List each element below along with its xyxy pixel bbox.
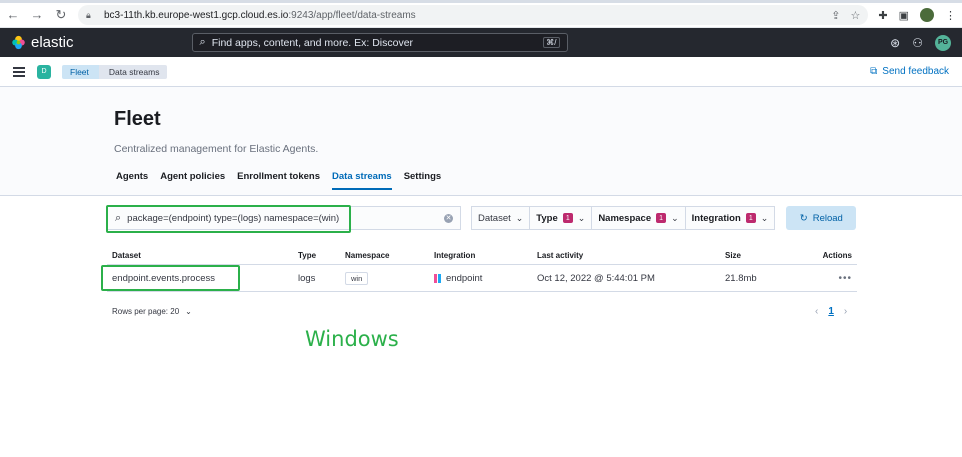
chevron-down-icon: ⌄ <box>671 212 679 223</box>
namespace-badge: win <box>345 271 369 285</box>
rows-per-page-control[interactable]: Rows per page: 20 ⌄ <box>112 307 192 316</box>
reload-label: Reload <box>812 212 843 224</box>
filter-namespace-label: Namespace <box>598 212 652 224</box>
cell-size: 21.8mb <box>725 272 757 284</box>
breadcrumb-data-streams: Data streams <box>98 64 168 79</box>
lock-icon: 🔒︎ <box>86 9 91 20</box>
chevron-down-icon: ⌄ <box>515 212 524 223</box>
url-path: :9243/app/fleet/data-streams <box>288 9 416 21</box>
filter-type-count: 1 <box>562 213 573 223</box>
search-shortcut: ⌘/ <box>543 37 560 48</box>
send-feedback-link[interactable]: ⧉ Send feedback <box>870 66 949 77</box>
cell-integration: endpoint <box>434 273 537 284</box>
filter-namespace[interactable]: Namespace 1 ⌄ <box>592 207 686 229</box>
browser-menu-icon[interactable]: ⋮ <box>945 9 956 22</box>
endpoint-integration-icon <box>434 273 441 283</box>
filter-namespace-count: 1 <box>656 213 667 223</box>
filter-type-label: Type <box>536 212 558 224</box>
search-icon: ⌕ <box>199 36 206 48</box>
col-integration[interactable]: Integration <box>434 251 537 260</box>
refresh-icon: ↻ <box>799 212 808 224</box>
page-number[interactable]: 1 <box>828 306 834 317</box>
cell-type: logs <box>298 272 316 284</box>
windows-annotation: Windows <box>305 327 399 351</box>
cell-actions: ••• <box>805 273 857 284</box>
page-title: Fleet <box>114 108 161 130</box>
refresh-icon[interactable]: ↻ <box>54 8 68 22</box>
col-actions: Actions <box>822 251 852 260</box>
prev-page-icon[interactable]: ‹ <box>815 306 818 317</box>
url-host: bc3-11th.kb.europe-west1.gcp.cloud.es.io <box>104 9 289 21</box>
extensions-icon[interactable]: ✚ <box>878 9 887 22</box>
cell-namespace: win <box>345 271 434 285</box>
col-size[interactable]: Size <box>725 251 805 260</box>
elastic-logo[interactable]: elastic <box>11 34 74 51</box>
rows-per-page-label: Rows per page: 20 <box>112 307 180 316</box>
filter-dataset-label: Dataset <box>478 212 511 224</box>
chevron-down-icon: ⌄ <box>185 307 192 316</box>
elastic-logo-icon <box>12 35 25 50</box>
page-description: Centralized management for Elastic Agent… <box>114 143 319 155</box>
tab-enrollment-tokens[interactable]: Enrollment tokens <box>237 171 320 190</box>
tab-data-streams[interactable]: Data streams <box>332 171 392 190</box>
filter-type[interactable]: Type 1 ⌄ <box>530 207 593 229</box>
next-page-icon[interactable]: › <box>844 306 847 317</box>
filter-integration[interactable]: Integration 1 ⌄ <box>686 207 775 229</box>
browser-profile-avatar[interactable] <box>920 8 934 22</box>
address-bar[interactable]: 🔒︎ bc3-11th.kb.europe-west1.gcp.cloud.es… <box>78 5 869 25</box>
brand-name: elastic <box>31 34 74 51</box>
search-placeholder: Find apps, content, and more. Ex: Discov… <box>211 36 414 49</box>
cell-last-activity: Oct 12, 2022 @ 5:44:01 PM <box>537 272 655 284</box>
col-dataset[interactable]: Dataset <box>107 251 298 260</box>
col-type[interactable]: Type <box>298 251 345 260</box>
send-feedback-label: Send feedback <box>882 66 949 77</box>
external-link-icon: ⧉ <box>870 66 878 77</box>
dataset-highlight-box <box>101 265 240 291</box>
filter-integration-label: Integration <box>691 212 741 224</box>
tab-agent-policies[interactable]: Agent policies <box>160 171 225 190</box>
menu-hamburger-icon[interactable] <box>13 66 25 77</box>
pagination: ‹ 1 › <box>815 306 847 317</box>
page-header: Fleet Centralized management for Elastic… <box>0 87 962 196</box>
global-search-input[interactable]: ⌕ Find apps, content, and more. Ex: Disc… <box>191 33 568 52</box>
col-last-activity[interactable]: Last activity <box>537 251 725 260</box>
newsfeed-icon[interactable]: ⚇ <box>912 36 923 50</box>
breadcrumb-bar: D Fleet Data streams ⧉ Send feedback <box>0 57 962 87</box>
reload-button[interactable]: ↻ Reload <box>786 206 857 230</box>
space-avatar[interactable]: D <box>37 64 51 79</box>
sidepanel-icon[interactable]: ▣ <box>899 9 909 22</box>
table-header: Dataset Type Namespace Integration Last … <box>107 247 857 265</box>
filter-integration-count: 1 <box>745 213 756 223</box>
breadcrumb-fleet[interactable]: Fleet <box>62 64 99 79</box>
filter-group: Dataset ⌄ Type 1 ⌄ Namespace 1 ⌄ Integra… <box>471 206 776 230</box>
chevron-down-icon: ⌄ <box>760 212 769 223</box>
share-icon[interactable]: ⇪ <box>831 9 840 22</box>
kibana-header: elastic ⌕ Find apps, content, and more. … <box>0 28 962 57</box>
bookmark-star-icon[interactable]: ☆ <box>851 9 861 22</box>
col-namespace[interactable]: Namespace <box>345 251 434 260</box>
back-arrow-icon[interactable]: ← <box>6 8 20 22</box>
browser-toolbar: ← → ↻ 🔒︎ bc3-11th.kb.europe-west1.gcp.cl… <box>0 3 962 28</box>
forward-arrow-icon[interactable]: → <box>30 8 44 22</box>
chevron-down-icon: ⌄ <box>577 212 586 223</box>
query-highlight-box <box>106 205 351 233</box>
filter-dataset[interactable]: Dataset ⌄ <box>472 207 531 229</box>
clear-search-icon[interactable]: ✕ <box>444 213 453 223</box>
tab-settings[interactable]: Settings <box>404 171 441 190</box>
fleet-tabs: Agents Agent policies Enrollment tokens … <box>116 171 441 190</box>
help-lifebuoy-icon[interactable]: ⊛ <box>890 36 900 50</box>
row-actions-button[interactable]: ••• <box>838 273 852 284</box>
user-avatar[interactable]: PG <box>935 34 951 51</box>
tab-agents[interactable]: Agents <box>116 171 148 190</box>
integration-name: endpoint <box>446 272 483 284</box>
